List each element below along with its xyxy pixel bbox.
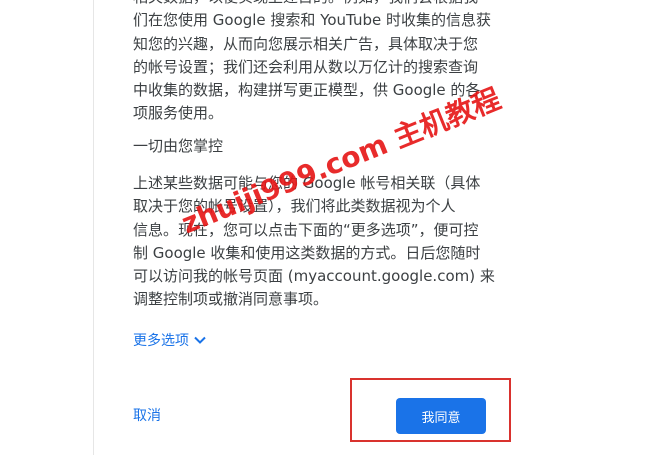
intro-line: 的帐号设置；我们还会利用从数以万亿计的搜索查询 <box>133 57 479 76</box>
more-options-link[interactable]: 更多选项 <box>133 330 207 350</box>
control-paragraph: 上述某些数据可能与您的 Google 帐号相关联（具体 取决于您的帐号设置），我… <box>133 172 495 312</box>
control-line: 上述某些数据可能与您的 Google 帐号相关联（具体 <box>133 174 481 192</box>
control-line: 可以访问我的帐号页面 (myaccount.google.com) 来 <box>133 267 495 286</box>
intro-line: 相关数据，以便实现上述目的。例如，我们会根据我 <box>133 0 493 9</box>
intro-line: 中收集的数据，构建拼写更正模型，供 Google 的各 <box>133 81 481 100</box>
more-options-label: 更多选项 <box>133 333 189 349</box>
control-line: 调整控制项或撤消同意事项。 <box>133 290 329 309</box>
panel-divider <box>93 0 94 455</box>
control-line: 取决于您的帐号设置），我们将此类数据视为个人 <box>133 197 456 216</box>
control-heading: 一切由您掌控 <box>133 137 224 155</box>
consent-page: 相关数据，以便实现上述目的。例如，我们会根据我 们在您使用 Google 搜索和… <box>0 0 651 455</box>
chevron-down-icon <box>194 336 206 344</box>
control-line: 制 Google 收集和使用这类数据的方式。日后您随时 <box>133 243 481 262</box>
intro-paragraph: 相关数据，以便实现上述目的。例如，我们会根据我 们在您使用 Google 搜索和… <box>133 0 493 126</box>
control-line: 信息。现在，您可以点击下面的“更多选项”，便可控 <box>133 220 479 239</box>
cancel-button[interactable]: 取消 <box>133 405 161 425</box>
agree-button[interactable]: 我同意 <box>396 398 486 434</box>
intro-line: 知您的兴趣，从而向您展示相关广告，具体取决于您 <box>133 34 479 53</box>
intro-line: 项服务使用。 <box>133 104 224 123</box>
intro-line: 们在您使用 Google 搜索和 YouTube 时收集的信息获 <box>133 11 491 30</box>
